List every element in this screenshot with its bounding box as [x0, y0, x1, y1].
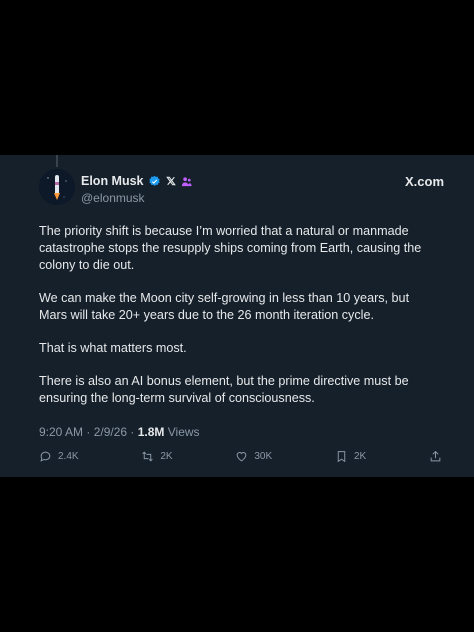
post-paragraph-3: That is what matters most.: [39, 341, 187, 355]
bookmark-count: 2K: [353, 450, 367, 462]
avatar[interactable]: [39, 169, 75, 205]
post-metadata: 9:20 AM · 2/9/26 · 1.8M Views: [39, 425, 200, 439]
post-body: The priority shift is because I’m worrie…: [39, 223, 439, 423]
views-count: 1.8M: [137, 425, 165, 439]
share-button[interactable]: [429, 450, 442, 463]
post-paragraph-4: There is also an AI bonus element, but t…: [39, 374, 409, 405]
author-name[interactable]: Elon Musk: [81, 174, 144, 188]
repost-count: 2K: [160, 450, 173, 462]
like-count: 30K: [254, 450, 273, 462]
repost-icon: [142, 450, 154, 462]
action-bar: 2.4K 2K 30K 2K: [39, 448, 442, 464]
post-paragraph-1: The priority shift is because I’m worrie…: [39, 224, 422, 272]
post-paragraph-2: We can make the Moon city self-growing i…: [39, 291, 410, 322]
post-card[interactable]: Elon Musk @elonmusk X.com The priority s…: [0, 155, 474, 477]
verified-badge-icon: [148, 175, 160, 186]
views-label: Views: [164, 425, 200, 439]
author-row: Elon Musk: [81, 172, 444, 190]
post-header: Elon Musk @elonmusk X.com: [81, 172, 444, 208]
rocket-avatar-image: [39, 169, 75, 205]
share-icon: [430, 450, 441, 461]
like-button[interactable]: 30K: [235, 450, 272, 463]
post-timestamp[interactable]: 9:20 AM · 2/9/26 ·: [39, 425, 138, 439]
bookmark-button[interactable]: 2K: [335, 450, 366, 463]
bookmark-icon: [337, 450, 346, 462]
reply-icon: [40, 451, 51, 462]
brand-label: X.com: [404, 174, 444, 189]
author-handle[interactable]: @elonmusk: [81, 191, 444, 205]
reply-button[interactable]: 2.4K: [39, 450, 79, 463]
repost-button[interactable]: 2K: [141, 450, 173, 463]
x-logo-icon: [164, 175, 177, 187]
people-icon: [181, 176, 192, 186]
heart-icon: [237, 451, 247, 461]
reply-count: 2.4K: [58, 450, 79, 462]
thread-connector-line: [56, 155, 58, 167]
